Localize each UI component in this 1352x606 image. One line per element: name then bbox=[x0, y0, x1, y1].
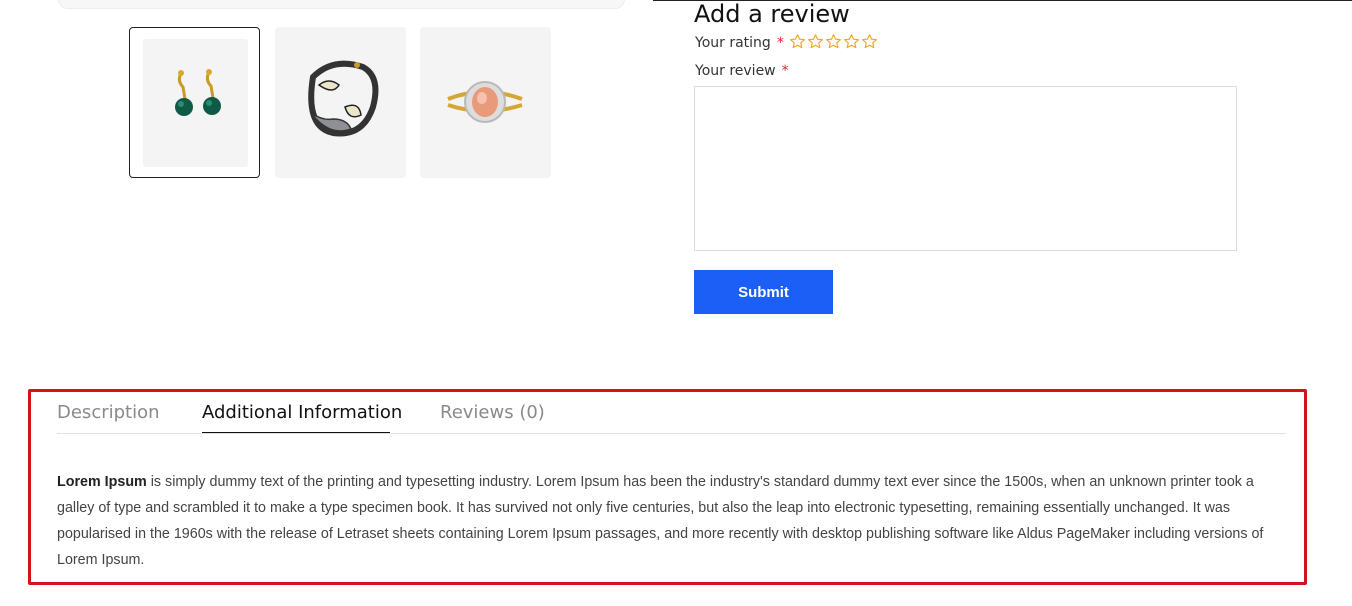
star-icon[interactable] bbox=[825, 33, 842, 50]
tab-reviews[interactable]: Reviews (0) bbox=[440, 401, 545, 425]
star-icon[interactable] bbox=[843, 33, 860, 50]
review-label-text: Your review bbox=[695, 63, 776, 79]
tab-description[interactable]: Description bbox=[57, 401, 160, 425]
rating-label: Your rating * bbox=[695, 34, 784, 52]
required-mark: * bbox=[781, 63, 789, 79]
star-icon[interactable] bbox=[861, 33, 878, 50]
earrings-image bbox=[143, 39, 248, 167]
star-icon[interactable] bbox=[807, 33, 824, 50]
ring-icon bbox=[447, 81, 523, 123]
bracelet-thumbnail[interactable] bbox=[275, 27, 406, 178]
review-textarea[interactable] bbox=[694, 86, 1237, 251]
review-label: Your review * bbox=[695, 62, 789, 80]
tab-divider bbox=[57, 433, 1286, 434]
bracelet-icon bbox=[308, 60, 379, 137]
tab-additional-information[interactable]: Additional Information bbox=[202, 401, 402, 425]
star-icon[interactable] bbox=[789, 33, 806, 50]
tab-content-text: Lorem Ipsum is simply dummy text of the … bbox=[57, 469, 1287, 573]
bold-lead: Lorem Ipsum bbox=[57, 474, 147, 490]
required-mark: * bbox=[776, 35, 784, 51]
submit-button[interactable]: Submit bbox=[694, 270, 833, 314]
earrings-icon bbox=[175, 69, 221, 116]
rating-label-text: Your rating bbox=[695, 35, 771, 51]
earrings-thumbnail[interactable] bbox=[129, 27, 260, 178]
main-product-image bbox=[58, 0, 625, 9]
ring-thumbnail[interactable] bbox=[420, 27, 551, 178]
body-text: is simply dummy text of the printing and… bbox=[57, 474, 1264, 568]
rating-stars[interactable] bbox=[789, 33, 878, 50]
review-title: Add a review bbox=[694, 0, 850, 28]
